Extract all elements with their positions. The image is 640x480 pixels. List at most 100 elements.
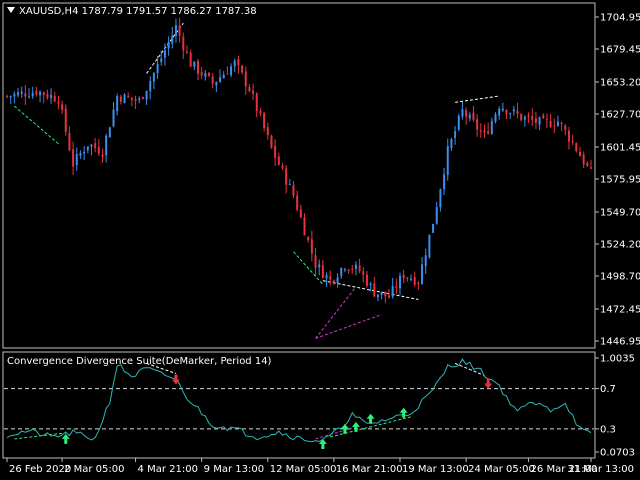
candle bbox=[123, 92, 126, 104]
price-tick-label: 1524.20 bbox=[600, 239, 640, 250]
price-tick-label: 1498.70 bbox=[600, 272, 640, 283]
candle-body bbox=[417, 283, 420, 285]
candle-body bbox=[413, 277, 416, 285]
price-tick-label: 1627.70 bbox=[600, 110, 640, 121]
candle-body bbox=[266, 127, 269, 136]
candle-body bbox=[538, 117, 541, 125]
candle-body bbox=[362, 271, 365, 275]
candle-body bbox=[196, 60, 199, 74]
candle-body bbox=[105, 135, 108, 156]
time-tick-label: 31 Mar 13:00 bbox=[567, 464, 634, 475]
candle-body bbox=[472, 112, 475, 120]
candle-body bbox=[516, 110, 519, 114]
candle-body bbox=[354, 264, 357, 269]
candle bbox=[270, 134, 273, 149]
price-tick-label: 1549.70 bbox=[600, 207, 640, 218]
candle-body bbox=[83, 152, 86, 154]
candle-body bbox=[487, 131, 490, 134]
candle-body bbox=[237, 59, 240, 66]
candle-body bbox=[277, 156, 280, 165]
candle-body bbox=[152, 73, 155, 82]
candle-body bbox=[116, 96, 119, 112]
candle-body bbox=[520, 113, 523, 121]
candle-body bbox=[281, 165, 284, 168]
candle-body bbox=[61, 104, 64, 110]
candle-body bbox=[296, 195, 299, 210]
time-tick-label: 26 Feb 2020 bbox=[9, 464, 71, 475]
candle-body bbox=[494, 114, 497, 122]
candle-body bbox=[204, 73, 207, 77]
candle-body bbox=[171, 35, 174, 44]
candle-body bbox=[108, 127, 111, 138]
candle-body bbox=[329, 276, 332, 280]
price-tick-label: 1601.45 bbox=[600, 142, 640, 153]
candle-body bbox=[542, 115, 545, 119]
candle-body bbox=[123, 94, 126, 104]
candle-body bbox=[369, 283, 372, 285]
candle-body bbox=[435, 207, 438, 224]
candle-body bbox=[138, 98, 141, 101]
price-tick-label: 1679.45 bbox=[600, 45, 640, 56]
candle-body bbox=[376, 294, 379, 298]
candle-body bbox=[189, 52, 192, 67]
candle-body bbox=[134, 98, 137, 101]
time-tick-label: 2 Mar 05:00 bbox=[64, 464, 124, 475]
candle-body bbox=[263, 113, 266, 129]
candle-body bbox=[457, 115, 460, 130]
candle-body bbox=[501, 108, 504, 111]
candle-body bbox=[215, 82, 218, 86]
indicator-tick-label: 0.7 bbox=[600, 384, 616, 395]
candle-body bbox=[498, 108, 501, 116]
candle-body bbox=[285, 168, 288, 185]
price-tick-label: 1704.95 bbox=[600, 13, 640, 24]
indicator-title: Convergence Divergence Suite(DeMarker, P… bbox=[7, 356, 272, 367]
candle-body bbox=[24, 93, 27, 97]
candle bbox=[108, 126, 111, 138]
candle-body bbox=[343, 269, 346, 271]
candle-body bbox=[318, 264, 321, 268]
candle-body bbox=[483, 130, 486, 133]
candle-body bbox=[145, 90, 148, 100]
candle-body bbox=[13, 93, 16, 97]
candle-body bbox=[255, 93, 258, 112]
candle-body bbox=[450, 138, 453, 149]
candle-body bbox=[163, 50, 166, 58]
candle-body bbox=[564, 125, 567, 130]
candle-body bbox=[439, 189, 442, 208]
candle-body bbox=[490, 120, 493, 134]
candle-body bbox=[395, 286, 398, 288]
candle-body bbox=[6, 95, 8, 97]
candle-body bbox=[512, 109, 515, 112]
candle-body bbox=[443, 174, 446, 190]
symbol-info: XAUUSD,H4 1787.79 1791.57 1786.27 1787.3… bbox=[19, 6, 257, 17]
candle-body bbox=[208, 72, 211, 76]
candle-body bbox=[64, 108, 67, 132]
candle-body bbox=[406, 277, 409, 279]
candle-body bbox=[174, 25, 177, 36]
candle-body bbox=[299, 209, 302, 218]
candle-body bbox=[325, 275, 328, 279]
time-tick-label: 4 Mar 21:00 bbox=[138, 464, 198, 475]
trading-chart-window[interactable]: 1704.95 1679.45 1653.20 1627.70 1601.45 1575.… bbox=[0, 0, 640, 480]
candle-body bbox=[380, 291, 383, 296]
candle-body bbox=[244, 71, 247, 87]
indicator-tick-label: 1.0035 bbox=[600, 354, 635, 365]
candle-body bbox=[387, 295, 390, 298]
candle-body bbox=[545, 119, 548, 121]
candle-body bbox=[39, 91, 42, 96]
time-tick-label: 16 Mar 21:00 bbox=[336, 464, 403, 475]
time-tick-label: 9 Mar 13:00 bbox=[204, 464, 264, 475]
candle-body bbox=[178, 25, 181, 37]
candle-body bbox=[112, 109, 115, 127]
candle-body bbox=[560, 122, 563, 124]
candle-body bbox=[465, 110, 468, 117]
candle-body bbox=[130, 97, 133, 100]
candle-body bbox=[248, 86, 251, 92]
candle bbox=[428, 234, 431, 259]
candle-body bbox=[432, 223, 435, 233]
indicator-tick-label: 0.0703 bbox=[600, 448, 635, 459]
candle-body bbox=[160, 58, 163, 63]
candle-body bbox=[424, 255, 427, 267]
candle-body bbox=[340, 268, 343, 276]
candle-body bbox=[402, 274, 405, 279]
